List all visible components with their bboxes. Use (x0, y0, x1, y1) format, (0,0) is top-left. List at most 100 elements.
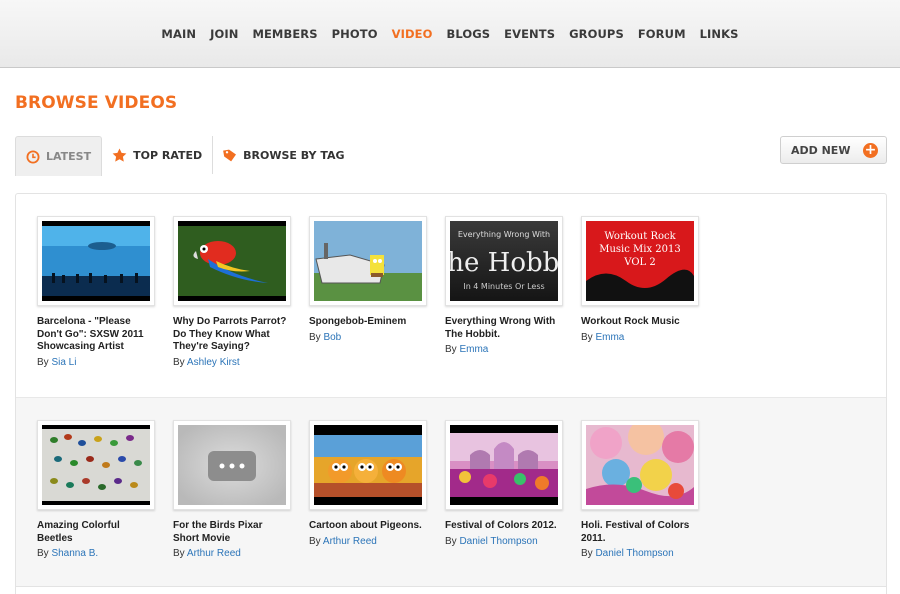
nav-main[interactable]: MAIN (161, 27, 196, 41)
video-title[interactable]: Why Do Parrots Parrot? Do They Know What… (173, 316, 291, 354)
hobbit-thumb-line1: Everything Wrong With (458, 230, 550, 239)
video-title[interactable]: Everything Wrong With The Hobbit. (445, 316, 563, 341)
add-new-button[interactable]: ADD NEW + (780, 136, 887, 164)
beetles-thumbnail-image (42, 425, 150, 505)
holi-thumbnail-image (586, 425, 694, 505)
video-author-line: By Daniel Thompson (445, 536, 563, 547)
video-item: Why Do Parrots Parrot? Do They Know What… (173, 216, 291, 368)
video-thumbnail[interactable] (445, 420, 563, 510)
video-author-line: By Sia Li (37, 357, 155, 368)
nav-members[interactable]: MEMBERS (252, 27, 317, 41)
hobbit-thumb-line2: The Hobbit (450, 248, 558, 278)
workout-thumb-line1: Workout Rock (604, 231, 676, 242)
video-item: Barcelona - "Please Don't Go": SXSW 2011… (37, 216, 155, 368)
top-navigation: MAIN JOIN MEMBERS PHOTO VIDEO BLOGS EVEN… (0, 0, 900, 68)
add-new-label: ADD NEW (791, 143, 851, 157)
video-item: Holi. Festival of Colors 2011. By Daniel… (581, 420, 699, 559)
video-title[interactable]: Festival of Colors 2012. (445, 520, 563, 533)
video-author-line: By Arthur Reed (309, 536, 427, 547)
workout-thumb-line2: Music Mix 2013 (599, 244, 681, 255)
video-title[interactable]: Cartoon about Pigeons. (309, 520, 427, 533)
video-thumbnail[interactable] (309, 420, 427, 510)
plus-circle-icon: + (863, 142, 878, 158)
by-label: By (309, 331, 321, 343)
hobbit-thumb-line3: In 4 Minutes Or Less (463, 282, 544, 291)
aquarium-thumbnail-image (42, 221, 150, 301)
placeholder-thumbnail-image (178, 425, 286, 505)
nav-video[interactable]: VIDEO (392, 27, 433, 41)
author-link[interactable]: Ashley Kirst (187, 357, 240, 368)
video-item: Amazing Colorful Beetles By Shanna B. (37, 420, 155, 559)
video-item: Cartoon about Pigeons. By Arthur Reed (309, 420, 427, 547)
video-thumbnail[interactable] (37, 216, 155, 306)
author-link[interactable]: Sia Li (51, 357, 76, 368)
nav-blogs[interactable]: BLOGS (446, 27, 490, 41)
video-author-line: By Emma (445, 344, 563, 355)
video-author-line: By Arthur Reed (173, 548, 291, 559)
video-row: Barcelona - "Please Don't Go": SXSW 2011… (16, 194, 886, 397)
video-title[interactable]: For the Birds Pixar Short Movie (173, 520, 291, 545)
video-title[interactable]: Barcelona - "Please Don't Go": SXSW 2011… (37, 316, 155, 354)
nav-groups[interactable]: GROUPS (569, 27, 624, 41)
spongebob-thumbnail-image (314, 221, 422, 301)
hobbit-thumbnail-image: Everything Wrong With The Hobbit In 4 Mi… (450, 221, 558, 301)
video-item: Workout Rock Music Mix 2013 VOL 2 Workou… (581, 216, 699, 343)
video-grid: Barcelona - "Please Don't Go": SXSW 2011… (15, 193, 887, 594)
video-author-line: By Daniel Thompson (581, 548, 699, 559)
video-author-line: By Bob (309, 332, 427, 343)
workout-thumb-line3: VOL 2 (623, 257, 655, 268)
author-link[interactable]: Emma (459, 344, 488, 355)
nav-forum[interactable]: FORUM (638, 27, 686, 41)
video-author-line: By Ashley Kirst (173, 357, 291, 368)
video-item: Festival of Colors 2012. By Daniel Thomp… (445, 420, 563, 547)
by-label: By (445, 535, 457, 547)
author-link[interactable]: Emma (595, 332, 624, 343)
video-title[interactable]: Spongebob-Eminem (309, 316, 427, 329)
video-title[interactable]: Amazing Colorful Beetles (37, 520, 155, 545)
video-item: For the Birds Pixar Short Movie By Arthu… (173, 420, 291, 559)
video-title[interactable]: Workout Rock Music (581, 316, 699, 329)
tab-latest[interactable]: LATEST (15, 136, 103, 176)
by-label: By (581, 548, 593, 559)
author-link[interactable]: Daniel Thompson (459, 536, 537, 547)
clock-icon (26, 150, 40, 164)
video-thumbnail[interactable] (309, 216, 427, 306)
author-link[interactable]: Arthur Reed (187, 548, 241, 559)
by-label: By (173, 356, 185, 368)
by-label: By (581, 331, 593, 343)
nav-events[interactable]: EVENTS (504, 27, 555, 41)
pigeons-thumbnail-image (314, 425, 422, 505)
by-label: By (445, 344, 457, 355)
video-author-line: By Shanna B. (37, 548, 155, 559)
video-title[interactable]: Holi. Festival of Colors 2011. (581, 520, 699, 545)
tab-latest-label: LATEST (46, 150, 92, 163)
tab-top-rated-label: TOP RATED (133, 148, 203, 162)
by-label: By (309, 535, 321, 547)
video-thumbnail[interactable] (581, 420, 699, 510)
video-thumbnail[interactable]: Workout Rock Music Mix 2013 VOL 2 (581, 216, 699, 306)
tab-top-rated[interactable]: TOP RATED (102, 136, 212, 174)
video-row: Amazing Colorful Beetles By Shanna B. Fo… (16, 397, 886, 587)
page-title: BROWSE VIDEOS (15, 93, 178, 113)
parrot-thumbnail-image (178, 221, 286, 301)
nav-photo[interactable]: PHOTO (332, 27, 378, 41)
author-link[interactable]: Daniel Thompson (595, 548, 673, 559)
by-label: By (173, 548, 185, 559)
browse-tabs: LATEST TOP RATED BROWSE BY TAG (15, 136, 355, 176)
by-label: By (37, 356, 49, 368)
video-thumbnail[interactable] (173, 420, 291, 510)
nav-links[interactable]: LINKS (700, 27, 739, 41)
by-label: By (37, 548, 49, 559)
nav-join[interactable]: JOIN (210, 27, 238, 41)
tab-browse-by-tag-label: BROWSE BY TAG (243, 148, 345, 162)
star-icon (112, 148, 127, 162)
video-thumbnail[interactable] (37, 420, 155, 510)
author-link[interactable]: Shanna B. (51, 548, 98, 559)
author-link[interactable]: Arthur Reed (323, 536, 377, 547)
video-item: Everything Wrong With The Hobbit In 4 Mi… (445, 216, 563, 355)
tab-browse-by-tag[interactable]: BROWSE BY TAG (213, 136, 354, 174)
tag-icon (223, 148, 237, 162)
video-thumbnail[interactable]: Everything Wrong With The Hobbit In 4 Mi… (445, 216, 563, 306)
video-thumbnail[interactable] (173, 216, 291, 306)
author-link[interactable]: Bob (323, 332, 341, 343)
